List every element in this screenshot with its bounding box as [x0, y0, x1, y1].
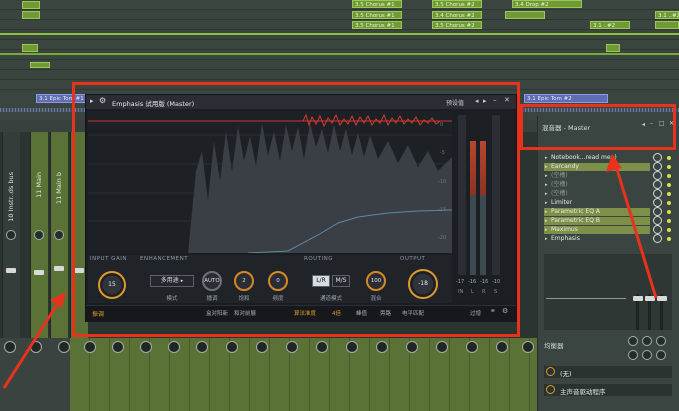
annotation-arrows	[2, 154, 658, 389]
